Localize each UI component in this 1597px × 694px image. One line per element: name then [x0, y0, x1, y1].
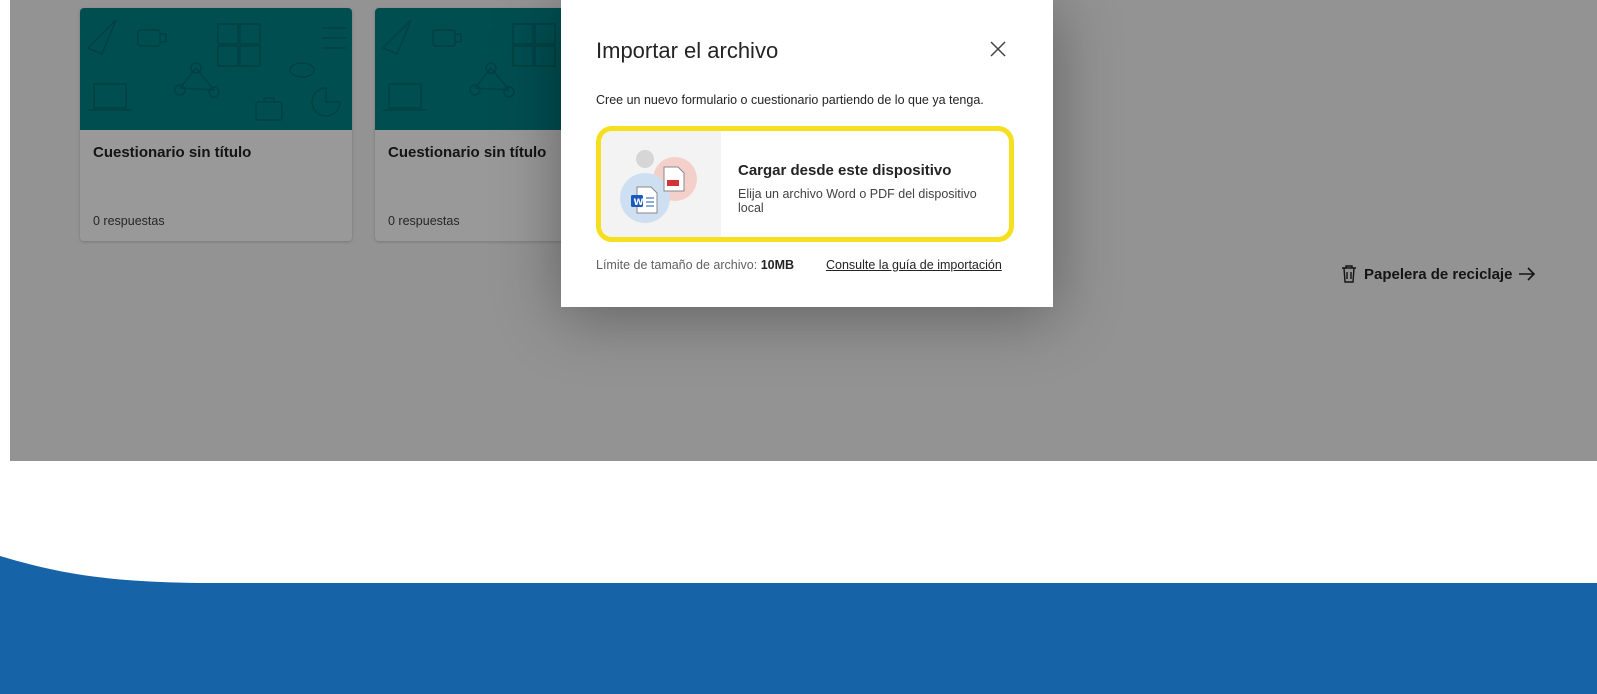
file-size-limit: Límite de tamaño de archivo: 10MB [596, 258, 794, 272]
dialog-title: Importar el archivo [596, 38, 779, 63]
file-size-limit-value: 10MB [760, 258, 795, 272]
pdf-file-icon [663, 166, 685, 192]
svg-text:W: W [634, 198, 644, 208]
option-subtitle: Elija un archivo Word o PDF del disposit… [738, 187, 977, 215]
upload-from-device-option[interactable]: W Cargar desde este dispositivo Elija un… [596, 126, 1014, 242]
file-size-limit-label: Límite de tamaño de archivo: [596, 258, 758, 272]
dialog-description: Cree un nuevo formulario o cuestionario … [596, 93, 984, 107]
option-title: Cargar desde este dispositivo [738, 162, 952, 179]
import-guide-link[interactable]: Consulte la guía de importación [826, 258, 1002, 272]
close-icon[interactable] [989, 40, 1007, 58]
footer-wave [0, 556, 1597, 694]
import-file-dialog: Importar el archivo Cree un nuevo formul… [561, 0, 1053, 307]
upload-illustration: W [601, 131, 721, 237]
